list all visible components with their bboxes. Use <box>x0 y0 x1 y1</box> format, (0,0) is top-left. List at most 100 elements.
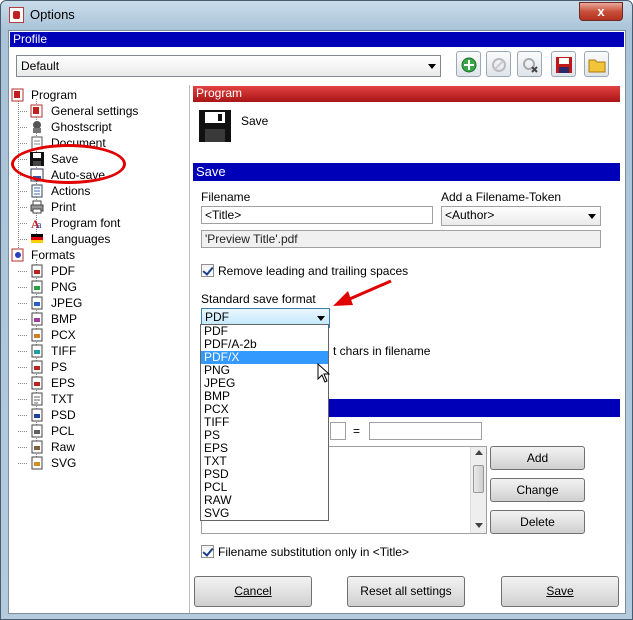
options-window: Options x Profile Default Program Genera… <box>0 0 633 620</box>
filename-label: Filename <box>201 190 251 204</box>
add-profile-button[interactable] <box>456 51 481 77</box>
png-file-icon <box>31 280 43 294</box>
ps-file-icon <box>31 360 43 374</box>
txt-file-icon <box>31 392 43 406</box>
tree-label: TIFF <box>51 344 77 358</box>
tree-connector <box>18 351 27 352</box>
tree-connector <box>18 415 27 416</box>
save-label: Save <box>546 584 574 598</box>
title-bar[interactable]: Options x <box>1 1 632 29</box>
tree-label: PDF <box>51 264 75 278</box>
tree-label: TXT <box>51 392 74 406</box>
filename-token-select[interactable]: <Author> <box>441 206 601 226</box>
filename-token-value: <Author> <box>445 208 495 222</box>
save-button[interactable]: Save <box>501 576 619 607</box>
tree-label: Program font <box>51 216 121 230</box>
cancel-label: Cancel <box>234 584 272 598</box>
tree-connector <box>18 239 27 240</box>
format-option[interactable]: TIFF <box>201 416 328 429</box>
pcx-file-icon <box>31 328 43 342</box>
delete-profile-icon <box>523 58 538 73</box>
profile-select-value: Default <box>21 59 60 73</box>
tree-label: Ghostscript <box>51 120 112 134</box>
delete-profile-button[interactable] <box>517 51 542 77</box>
tiff-file-icon <box>31 344 43 358</box>
format-option[interactable]: SVG <box>201 507 328 520</box>
tree-label: PSD <box>51 408 76 422</box>
tree-label: EPS <box>51 376 76 390</box>
window-title: Options <box>30 7 75 22</box>
floppy-disk-icon <box>199 110 231 142</box>
tree-label: PCX <box>51 328 76 342</box>
tree-label: PS <box>51 360 68 374</box>
tree-label: Actions <box>51 184 91 198</box>
tree-label: Print <box>51 200 76 214</box>
tree-connector <box>18 143 27 144</box>
tree-connector <box>18 127 27 128</box>
tree-connector <box>18 367 27 368</box>
mouse-cursor-icon <box>317 363 331 383</box>
tree-label: JPEG <box>51 296 83 310</box>
standard-format-value: PDF <box>205 310 229 324</box>
tree-connector <box>18 431 27 432</box>
tree-connector <box>18 223 27 224</box>
tree-connector <box>18 399 27 400</box>
save-section-header: Save <box>193 163 620 181</box>
tree-label: BMP <box>51 312 78 326</box>
open-folder-button[interactable] <box>584 51 609 77</box>
profile-header: Profile <box>10 32 624 47</box>
filename-preview: 'Preview Title'.pdf <box>201 230 601 248</box>
svg-file-icon <box>31 456 43 470</box>
pcl-file-icon <box>31 424 43 438</box>
substitute-from-input[interactable] <box>330 422 346 440</box>
save-profile-button[interactable] <box>551 51 576 77</box>
tree-label: General settings <box>51 104 139 118</box>
bmp-file-icon <box>31 312 43 326</box>
tree-connector <box>18 383 27 384</box>
title-only-checkbox[interactable] <box>201 545 214 558</box>
filename-input[interactable]: <Title> <box>201 206 433 224</box>
format-dropdown-list[interactable]: PDF PDF/A-2b PDF/X PNG JPEG BMP PCX TIFF… <box>200 324 329 521</box>
profile-select[interactable]: Default <box>16 55 441 77</box>
tree-connector <box>18 207 27 208</box>
delete-button[interactable]: Delete <box>490 510 585 534</box>
printer-icon <box>30 200 44 214</box>
tree-label: Raw <box>51 440 76 454</box>
tree-connector <box>18 287 27 288</box>
client-area: Profile Default Program General settings… <box>8 30 626 614</box>
reset-settings-button[interactable]: Reset all settings <box>347 576 465 607</box>
title-only-label: Filename substitution only in <Title> <box>218 545 409 559</box>
add-button[interactable]: Add <box>490 446 585 470</box>
ghostscript-icon <box>33 121 41 133</box>
raw-file-icon <box>31 440 43 454</box>
add-profile-icon <box>461 57 477 73</box>
annotation-arrow-icon <box>333 279 392 306</box>
equals-sign: = <box>353 424 361 438</box>
scroll-thumb[interactable] <box>473 465 484 493</box>
standard-format-label: Standard save format <box>201 292 316 306</box>
tree-connector <box>18 335 27 336</box>
program-description: Save <box>241 114 269 128</box>
close-button[interactable]: x <box>579 2 623 21</box>
scroll-up-icon[interactable] <box>475 450 483 455</box>
scroll-down-icon[interactable] <box>475 523 483 528</box>
program-section-header: Program <box>193 86 620 102</box>
rename-profile-icon <box>492 58 506 72</box>
rename-profile-button[interactable] <box>486 51 511 77</box>
cancel-button[interactable]: Cancel <box>194 576 312 607</box>
list-scrollbar[interactable] <box>470 447 486 533</box>
psd-file-icon <box>31 408 43 422</box>
tree-connector <box>18 447 27 448</box>
change-button[interactable]: Change <box>490 478 585 502</box>
tree-label: Program <box>31 88 78 102</box>
tree-label: PCL <box>51 424 75 438</box>
remove-spaces-checkbox[interactable] <box>201 264 214 277</box>
formats-icon <box>11 248 24 262</box>
substitute-to-input[interactable] <box>369 422 482 440</box>
tree-label: Formats <box>31 248 76 262</box>
general-settings-icon <box>30 104 43 118</box>
tree-connector <box>18 319 27 320</box>
jpeg-file-icon <box>31 296 43 310</box>
chevron-down-icon <box>428 64 436 69</box>
tree-connector <box>18 191 27 192</box>
